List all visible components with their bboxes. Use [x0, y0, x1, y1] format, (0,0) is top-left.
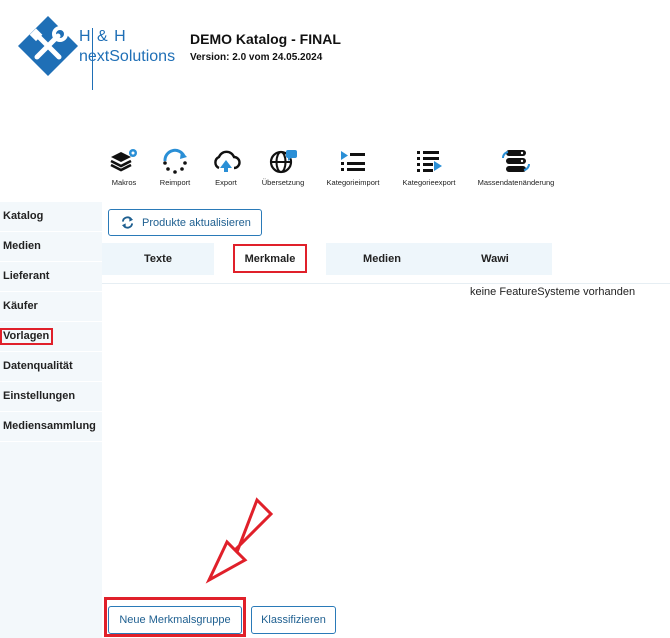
- tab-medien[interactable]: Medien: [326, 243, 438, 275]
- sidebar: Katalog Medien Lieferant Käufer Vorlagen…: [0, 202, 102, 638]
- toolbar-reimport-label: Reimport: [159, 178, 191, 187]
- logo-tools-icon: [18, 16, 78, 76]
- list-export-icon: [417, 151, 442, 172]
- sidebar-item-label: Datenqualität: [3, 360, 73, 372]
- company-logo: H & H nextSolutions: [16, 16, 176, 90]
- sidebar-item-label: Lieferant: [3, 270, 50, 282]
- sidebar-item-label: Katalog: [3, 210, 44, 222]
- toolbar-export-button[interactable]: Export: [208, 148, 244, 187]
- toolbar-kategorieimport-button[interactable]: Kategorieimport: [322, 148, 384, 187]
- new-feature-group-button[interactable]: Neue Merkmalsgruppe: [108, 606, 242, 634]
- sidebar-item-datenqualitaet[interactable]: Datenqualität: [0, 352, 102, 382]
- logo-line1: H & H: [79, 28, 127, 45]
- refresh-icon: [121, 216, 134, 229]
- toolbar-export-label: Export: [215, 178, 237, 187]
- cloud-upload-icon: [214, 150, 241, 172]
- list-import-icon: [341, 151, 365, 171]
- sidebar-item-katalog[interactable]: Katalog: [0, 202, 102, 232]
- sidebar-item-label: Vorlagen: [0, 328, 54, 345]
- refresh-dots-icon: [163, 148, 187, 174]
- refresh-products-button[interactable]: Produkte aktualisieren: [108, 209, 262, 236]
- database-refresh-icon: [501, 150, 531, 172]
- refresh-products-label: Produkte aktualisieren: [142, 216, 251, 229]
- sidebar-item-einstellungen[interactable]: Einstellungen: [0, 382, 102, 412]
- sidebar-item-lieferant[interactable]: Lieferant: [0, 262, 102, 292]
- sidebar-item-kaeufer[interactable]: Käufer: [0, 292, 102, 322]
- tab-divider: [102, 283, 670, 284]
- logo-line2: nextSolutions: [79, 48, 176, 65]
- toolbar-reimport-button[interactable]: Reimport: [154, 148, 196, 187]
- tab-wawi[interactable]: Wawi: [438, 243, 552, 275]
- tab-label: Merkmale: [232, 244, 308, 273]
- toolbar-uebersetzung-label: Übersetzung: [261, 178, 305, 187]
- toolbar-uebersetzung-button[interactable]: Übersetzung: [258, 148, 308, 187]
- catalog-version: Version: 2.0 vom 24.05.2024: [190, 52, 323, 63]
- toolbar-massendatenaenderung-button[interactable]: Massendatenänderung: [474, 148, 558, 187]
- annotation-arrow-icon: [205, 497, 274, 584]
- tab-label: Texte: [144, 253, 172, 265]
- sidebar-item-mediensammlung[interactable]: Mediensammlung: [0, 412, 102, 442]
- toolbar-kategorieimport-label: Kategorieimport: [326, 178, 380, 187]
- toolbar-kategorieexport-label: Kategorieexport: [402, 178, 456, 187]
- tab-merkmale[interactable]: Merkmale: [214, 243, 326, 275]
- catalog-title: DEMO Katalog - FINAL: [190, 31, 341, 47]
- tab-label: Medien: [363, 253, 401, 265]
- toolbar-makros-button[interactable]: Makros: [106, 148, 142, 187]
- layers-gear-icon: [110, 149, 137, 172]
- tab-texte[interactable]: Texte: [102, 243, 214, 275]
- classify-button[interactable]: Klassifizieren: [251, 606, 336, 634]
- sidebar-item-vorlagen[interactable]: Vorlagen: [0, 322, 102, 352]
- sidebar-item-label: Einstellungen: [3, 390, 76, 402]
- sidebar-item-label: Käufer: [3, 300, 38, 312]
- toolbar-makros-label: Makros: [111, 178, 137, 187]
- sidebar-item-label: Medien: [3, 240, 41, 252]
- sidebar-item-medien[interactable]: Medien: [0, 232, 102, 262]
- tab-bar: Texte Merkmale Medien Wawi: [102, 243, 670, 275]
- sidebar-item-label: Mediensammlung: [3, 420, 96, 432]
- toolbar-kategorieexport-button[interactable]: Kategorieexport: [398, 148, 460, 187]
- empty-state-message: keine FeatureSysteme vorhanden: [470, 286, 636, 298]
- toolbar-massendatenaenderung-label: Massendatenänderung: [477, 178, 555, 187]
- globe-chat-icon: [269, 150, 297, 174]
- tab-label: Wawi: [481, 253, 509, 265]
